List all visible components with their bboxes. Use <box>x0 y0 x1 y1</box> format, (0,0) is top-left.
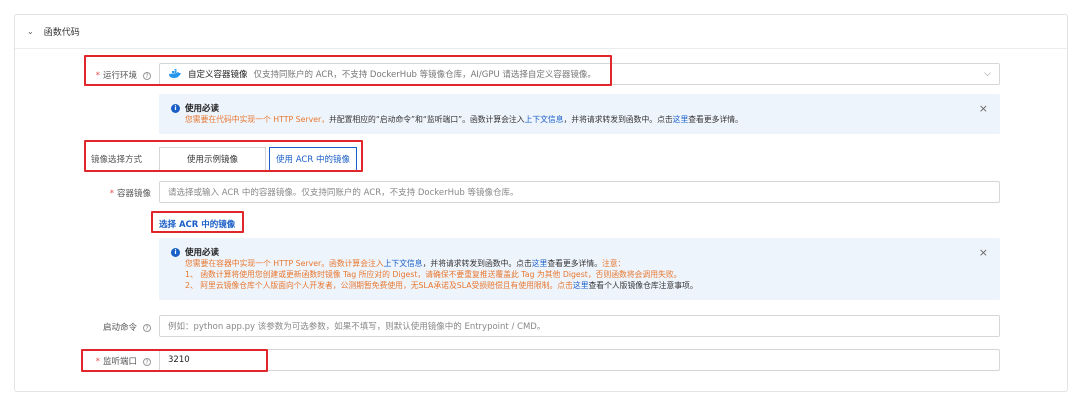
here-link[interactable]: 这里 <box>573 281 589 290</box>
here-link[interactable]: 这里 <box>532 259 548 268</box>
highlight-box-port <box>81 349 268 372</box>
alert-text: ，并将请求转发到函数中。点击 <box>422 259 532 268</box>
startup-label: 启动命令 <box>102 323 137 333</box>
close-icon[interactable]: × <box>979 246 988 259</box>
info-icon: i <box>171 247 180 257</box>
alert-line-3: 2、 阿里云镜像仓库个人版面向个人开发者，公测期暂免费使用，无SLA承诺及SLA… <box>185 280 698 291</box>
chevron-down-icon[interactable]: ⌄ <box>27 27 34 36</box>
alert-message: 您需要在代码中实现一个 HTTP Server，并配置相应的“启动命令”和“监听… <box>185 114 743 125</box>
alert-line-1: 您需要在容器中实现一个 HTTP Server。函数计算会注入上下文信息，并将请… <box>185 258 625 269</box>
alert-text: 查看更多详情。 <box>547 259 602 268</box>
alert-note: 注意： <box>601 259 626 268</box>
listen-port-input[interactable]: 3210 <box>159 349 1000 371</box>
help-icon[interactable]: ? <box>143 323 151 332</box>
alert-text: 查看更多详情。 <box>688 115 743 124</box>
notice-alert: i 使用必读 您需要在代码中实现一个 HTTP Server，并配置相应的“启动… <box>159 94 1000 134</box>
section-title: 函数代码 <box>43 28 80 38</box>
notice-alert-detailed: i 使用必读 您需要在容器中实现一个 HTTP Server。函数计算会注入上下… <box>159 238 1000 300</box>
alert-title: 使用必读 <box>185 104 220 114</box>
here-link[interactable]: 这里 <box>673 115 689 124</box>
alert-line-2: 1、 函数计算将使用您创建或更新函数时镜像 Tag 所应对的 Digest，请确… <box>185 270 682 279</box>
startup-command-input[interactable]: 例如：python app.py 该参数为可选参数，如果不填写，则默认使用镜像中… <box>159 315 1000 337</box>
info-icon: i <box>171 103 180 113</box>
alert-text: 您需要在代码中实现一个 HTTP Server， <box>185 115 330 124</box>
alert-title-row: i 使用必读 <box>171 246 219 258</box>
context-info-link[interactable]: 上下文信息 <box>384 259 423 268</box>
alert-text: 并配置相应的“启动命令”和“监听端口”。函数计算会注入 <box>329 115 525 124</box>
chevron-down-icon[interactable]: ⌵ <box>984 69 991 79</box>
highlight-box-select-link <box>151 211 244 233</box>
highlight-box-runtime <box>84 55 612 86</box>
highlight-box-image-mode <box>84 140 363 172</box>
container-image-label-group: * 容器镜像 <box>75 187 151 199</box>
close-icon[interactable]: × <box>979 102 988 115</box>
alert-title: 使用必读 <box>185 248 220 258</box>
startup-label-group: 启动命令? <box>75 321 151 333</box>
context-info-link[interactable]: 上下文信息 <box>525 115 564 124</box>
container-image-label: 容器镜像 <box>116 189 151 199</box>
alert-title-row: i 使用必读 <box>171 102 219 114</box>
section-header[interactable]: ⌄ 函数代码 <box>15 15 1067 49</box>
required-mark: * <box>109 189 114 199</box>
container-image-input[interactable]: 请选择或输入 ACR 中的容器镜像。仅支持同账户的 ACR，不支持 Docker… <box>159 181 1000 203</box>
alert-text: 查看个人版镜像仓库注意事项。 <box>588 281 698 290</box>
alert-text: ，并将请求转发到函数中。点击 <box>563 115 673 124</box>
alert-text: 您需要在容器中实现一个 HTTP Server。函数计算会注入 <box>185 259 384 268</box>
alert-text: 2、 阿里云镜像仓库个人版面向个人开发者，公测期暂免费使用，无SLA承诺及SLA… <box>185 281 573 290</box>
